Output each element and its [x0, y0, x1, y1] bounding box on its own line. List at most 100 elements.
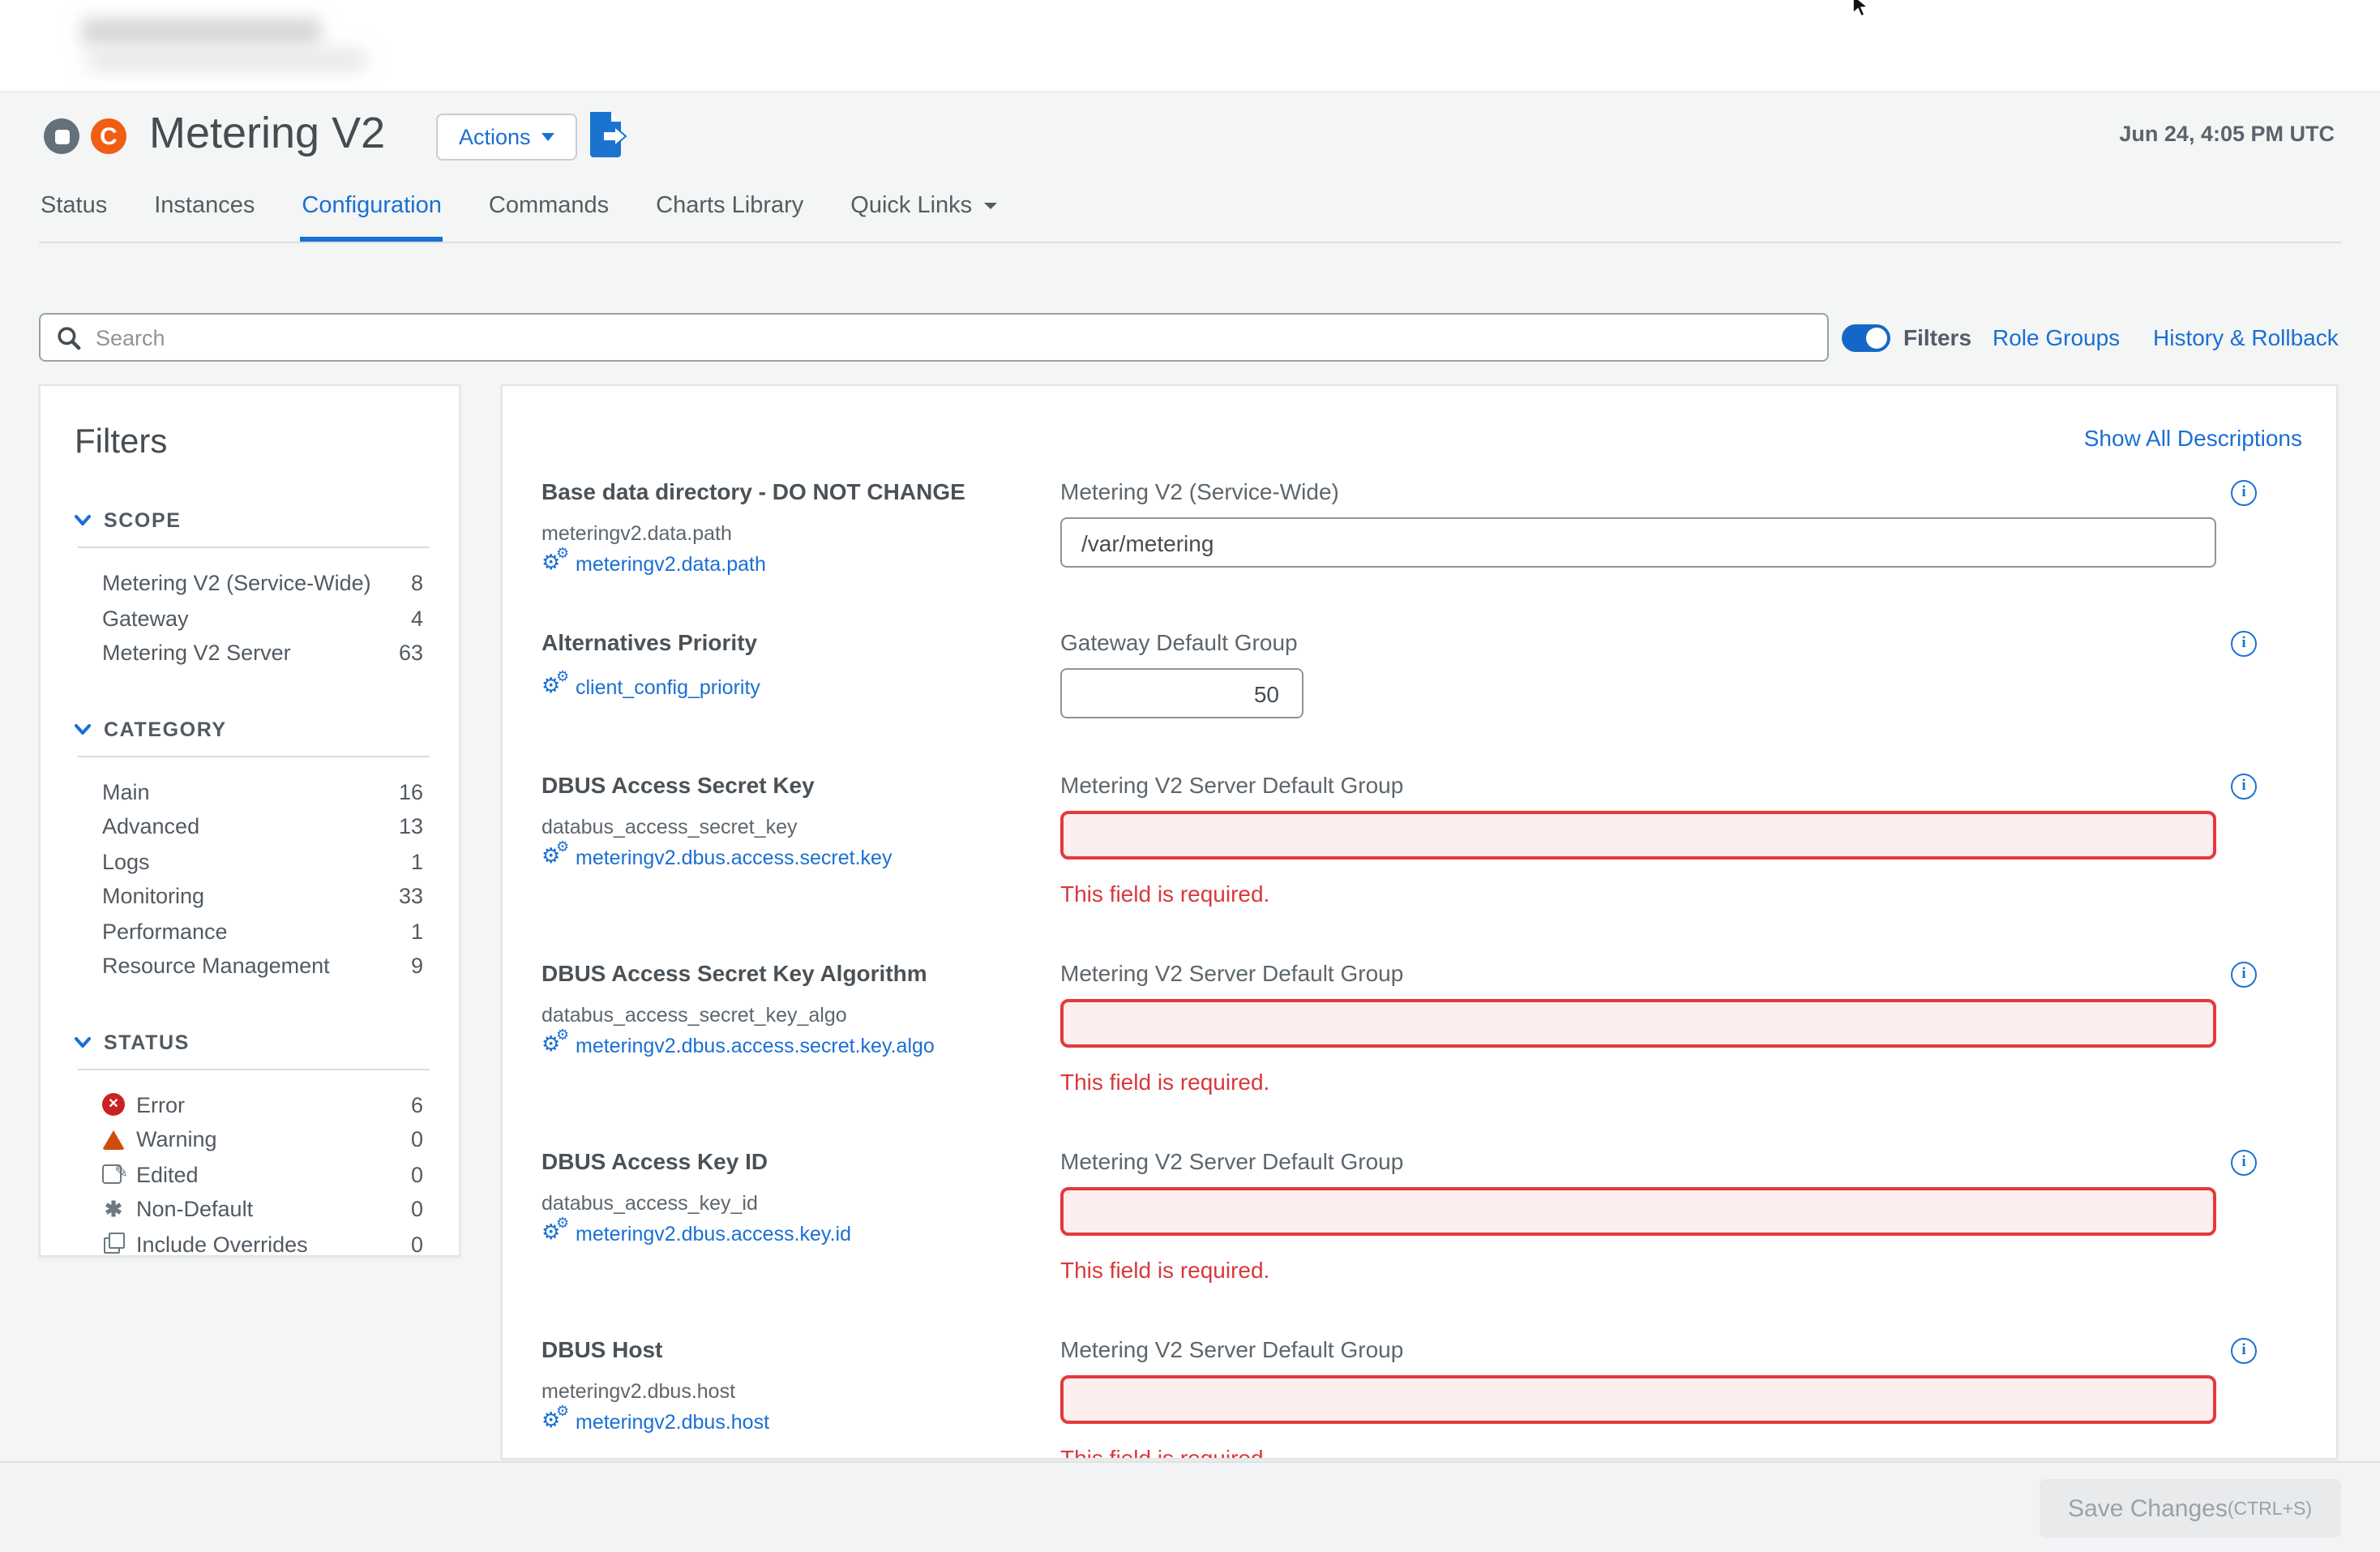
error-icon: ✕	[102, 1094, 125, 1117]
filter-count: 0	[411, 1157, 423, 1192]
config-property-link[interactable]: meteringv2.dbus.host	[576, 1411, 769, 1434]
tab-charts-library[interactable]: Charts Library	[654, 193, 805, 242]
config-property-link[interactable]: meteringv2.dbus.access.key.id	[576, 1223, 851, 1245]
category-filter-item[interactable]: Monitoring 33	[70, 879, 430, 914]
config-row-dbus-host: DBUS Host meteringv2.dbus.host ⚙⚙ meteri…	[541, 1336, 2297, 1460]
status-section: STATUS ✕ Error 6 ! Warning 0	[70, 1031, 430, 1262]
base-data-directory-input[interactable]	[1060, 517, 2216, 568]
save-shortcut-label: (CTRL+S)	[2228, 1499, 2312, 1519]
tab-instances[interactable]: Instances	[152, 193, 256, 242]
config-scope-label: Gateway Default Group	[1060, 629, 2297, 657]
filters-toggle-label: Filters	[1903, 324, 1971, 350]
category-filter-item[interactable]: Advanced 13	[70, 809, 430, 844]
tab-quick-links[interactable]: Quick Links	[849, 193, 998, 242]
status-filter-item-warning[interactable]: ! Warning 0	[70, 1122, 430, 1157]
scope-section-header[interactable]: SCOPE	[75, 509, 430, 532]
search-icon	[57, 325, 81, 349]
caret-down-icon	[983, 203, 996, 209]
chevron-down-icon	[75, 1035, 91, 1048]
scope-section: SCOPE Metering V2 (Service-Wide) 8 Gatew…	[70, 509, 430, 671]
scope-filter-item[interactable]: Gateway 4	[70, 601, 430, 636]
config-api-name: meteringv2.data.path	[541, 522, 1060, 545]
search-box[interactable]	[39, 313, 1829, 362]
search-input[interactable]	[92, 324, 1811, 351]
service-tabs: Status Instances Configuration Commands …	[39, 193, 2341, 243]
info-icon[interactable]: i	[2231, 962, 2257, 988]
save-footer: Save Changes(CTRL+S)	[0, 1461, 2380, 1552]
filter-count: 6	[411, 1087, 423, 1122]
info-icon[interactable]: i	[2231, 774, 2257, 800]
info-icon[interactable]: i	[2231, 1338, 2257, 1364]
tab-configuration[interactable]: Configuration	[300, 193, 443, 242]
edited-icon: ✎	[102, 1164, 125, 1186]
config-title: DBUS Access Secret Key Algorithm	[541, 960, 1060, 988]
scope-section-label: SCOPE	[104, 509, 182, 532]
dbus-access-secret-key-input[interactable]	[1060, 811, 2216, 860]
divider	[78, 755, 430, 757]
filter-count: 33	[399, 879, 423, 914]
status-section-header[interactable]: STATUS	[75, 1031, 430, 1053]
dbus-host-input[interactable]	[1060, 1375, 2216, 1424]
save-changes-button[interactable]: Save Changes(CTRL+S)	[2039, 1479, 2341, 1537]
config-title: DBUS Access Secret Key	[541, 772, 1060, 800]
include-overrides-icon	[102, 1233, 125, 1256]
status-filter-item-edited[interactable]: ✎ Edited 0	[70, 1157, 430, 1192]
filter-count: 1	[411, 914, 423, 949]
cogs-icon: ⚙⚙	[541, 553, 567, 576]
mouse-cursor-icon	[1851, 0, 1871, 18]
category-filter-item[interactable]: Resource Management 9	[70, 949, 430, 984]
status-section-label: STATUS	[104, 1031, 190, 1053]
config-title: Alternatives Priority	[541, 629, 1060, 657]
required-field-message: This field is required.	[1060, 1069, 2297, 1095]
show-all-descriptions-link[interactable]: Show All Descriptions	[2084, 425, 2302, 451]
config-scope-label: Metering V2 Server Default Group	[1060, 1148, 2297, 1176]
status-filter-item-non-default[interactable]: ✱ Non-Default 0	[70, 1192, 430, 1227]
export-client-config-icon[interactable]	[584, 109, 636, 161]
cogs-icon: ⚙⚙	[541, 847, 567, 869]
config-property-link[interactable]: meteringv2.dbus.access.secret.key	[576, 847, 892, 869]
filter-count: 0	[411, 1122, 423, 1157]
warning-icon: !	[102, 1129, 125, 1151]
config-row-alternatives-priority: Alternatives Priority ⚙⚙ client_config_p…	[541, 629, 2297, 718]
info-icon[interactable]: i	[2231, 1150, 2257, 1176]
history-rollback-link[interactable]: History & Rollback	[2153, 324, 2339, 350]
status-filter-item-error[interactable]: ✕ Error 6	[70, 1087, 430, 1122]
category-filter-item[interactable]: Main 16	[70, 774, 430, 809]
filter-count: 4	[411, 601, 423, 636]
role-groups-link[interactable]: Role Groups	[1993, 324, 2120, 350]
status-filter-item-include-overrides[interactable]: Include Overrides 0	[70, 1227, 430, 1262]
info-icon[interactable]: i	[2231, 480, 2257, 506]
config-row-dbus-access-secret-key: DBUS Access Secret Key databus_access_se…	[541, 772, 2297, 907]
config-scope-label: Metering V2 Server Default Group	[1060, 1336, 2297, 1364]
filter-count: 63	[399, 636, 423, 671]
filter-count: 9	[411, 949, 423, 984]
config-scope-label: Metering V2 (Service-Wide)	[1060, 478, 2297, 506]
dbus-access-key-id-input[interactable]	[1060, 1187, 2216, 1236]
actions-button-label: Actions	[459, 125, 531, 149]
filter-count: 1	[411, 844, 423, 879]
config-toolbar: Filters Role Groups History & Rollback	[39, 313, 2341, 362]
actions-button[interactable]: Actions	[436, 114, 578, 161]
filter-count: 16	[399, 774, 423, 809]
config-property-link[interactable]: client_config_priority	[576, 676, 760, 699]
config-row-dbus-access-secret-key-algorithm: DBUS Access Secret Key Algorithm databus…	[541, 960, 2297, 1095]
category-filter-item[interactable]: Logs 1	[70, 844, 430, 879]
tab-commands[interactable]: Commands	[487, 193, 610, 242]
filters-sidebar-title: Filters	[75, 423, 430, 462]
scope-filter-item[interactable]: Metering V2 (Service-Wide) 8	[70, 566, 430, 601]
config-property-link[interactable]: meteringv2.dbus.access.secret.key.algo	[576, 1035, 935, 1057]
alternatives-priority-input[interactable]	[1060, 668, 1303, 718]
filters-toggle[interactable]	[1842, 324, 1890, 352]
info-icon[interactable]: i	[2231, 631, 2257, 657]
category-filter-item[interactable]: Performance 1	[70, 914, 430, 949]
cogs-icon: ⚙⚙	[541, 1223, 567, 1245]
category-section-header[interactable]: CATEGORY	[75, 718, 430, 740]
config-property-link[interactable]: meteringv2.data.path	[576, 553, 766, 576]
save-changes-label: Save Changes	[2068, 1494, 2228, 1522]
chevron-down-icon	[75, 722, 91, 735]
config-row-dbus-access-key-id: DBUS Access Key ID databus_access_key_id…	[541, 1148, 2297, 1283]
scope-filter-item[interactable]: Metering V2 Server 63	[70, 636, 430, 671]
dbus-access-secret-key-algorithm-input[interactable]	[1060, 999, 2216, 1048]
tab-status[interactable]: Status	[39, 193, 109, 242]
caret-down-icon	[542, 133, 555, 141]
